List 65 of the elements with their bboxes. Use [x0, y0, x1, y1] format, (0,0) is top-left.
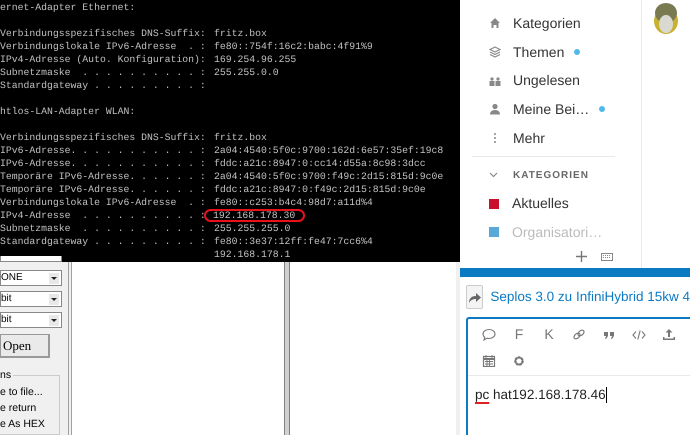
config-value: fddc:a21c:8947:0:f49c:2d15:815d:9c0e [214, 183, 426, 196]
category-item[interactable]: Aktuelles [472, 189, 615, 218]
config-value: 255.255.255.0 [214, 222, 290, 235]
config-label: Verbindungsspezifisches DNS-Suffix: [0, 27, 207, 40]
chevron-down-icon [489, 172, 498, 178]
home-icon [489, 17, 501, 30]
speech-bubble-icon [482, 328, 496, 340]
config-value: fritz.box [214, 131, 267, 144]
config-label: IPv4-Adresse (Auto. Konfiguration): [0, 53, 207, 66]
sidebar-item[interactable]: Themen [472, 38, 615, 66]
config-label: Verbindungslokale IPv6-Adresse . : [0, 196, 207, 209]
config-value: 2a04:4540:5f0c:9700:f49c:2d15:815d:9c0e [214, 170, 444, 183]
adapter-heading: htlos-LAN-Adapter WLAN: [0, 106, 136, 117]
config-value: fe80::3e37:12ff:fe47:7cc6%4 [214, 235, 373, 248]
plus-icon[interactable] [576, 251, 587, 262]
option-label: e As HEX [0, 417, 46, 432]
sidebar-item[interactable]: Meine Bei… [472, 95, 615, 124]
sidebar-item[interactable]: Ungelesen [472, 66, 615, 96]
toolbar-button[interactable]: F [504, 323, 534, 345]
topic-link[interactable]: Seplos 3.0 zu InfiniHybrid 15kw 4 [490, 286, 690, 308]
config-label: Temporäre IPv6-Adresse. . . . . . : [0, 183, 207, 196]
config-value: 192.168.178.1 [214, 248, 290, 261]
avatar-icon[interactable] [651, 1, 681, 35]
share-arrow-icon [468, 292, 482, 302]
reply-button[interactable] [466, 285, 484, 309]
config-label: IPv4-Adresse . . . . . . . . . . : [0, 209, 207, 222]
sidebar-item[interactable]: Kategorien [472, 9, 615, 38]
editor-field[interactable]: pc hat192.168.178.46 [468, 376, 690, 435]
config-value: 255.255.0.0 [214, 66, 279, 79]
config-value: 192.168.178.30 [204, 209, 306, 222]
config-value: fddc:a21c:8947:0:cc14:d55a:8c98:3dcc [214, 157, 426, 170]
categories-toggle[interactable]: KATEGORIEN [472, 161, 615, 190]
config-label: IPv6-Adresse. . . . . . . . . . . : [0, 157, 207, 170]
layers-icon [489, 46, 501, 58]
config-label: Temporäre IPv6-Adresse. . . . . . : [0, 170, 207, 183]
config-label: IPv6-Adresse. . . . . . . . . . . : [0, 144, 207, 157]
open-button[interactable]: Open [0, 334, 50, 358]
upload-icon [662, 328, 676, 340]
config-label: Standardgateway . . . . . . . . . : [0, 79, 207, 92]
config-value: fe80::c253:b4c4:98d7:a11d%4 [214, 196, 373, 209]
text-cursor [606, 387, 607, 404]
code-icon [632, 328, 646, 340]
link-icon [572, 328, 586, 340]
config-label: Verbindungsspezifisches DNS-Suffix: [0, 131, 207, 144]
adapter-heading: ernet-Adapter Ethernet: [0, 2, 136, 13]
config-label: Standardgateway . . . . . . . . . : [0, 235, 207, 248]
dropdown[interactable]: bit [0, 312, 62, 328]
sidebar-item[interactable]: Mehr [472, 124, 615, 152]
config-label: Verbindungslokale IPv6-Adresse . : [0, 40, 207, 53]
config-label: Subnetzmaske . . . . . . . . . . : [0, 66, 207, 79]
config-value: fe80::754f:16c2:babc:4f91%9 [214, 40, 373, 53]
config-label: Subnetzmaske . . . . . . . . . . : [0, 222, 207, 235]
keyboard-icon[interactable] [601, 252, 613, 260]
toolbar-button[interactable]: K [534, 323, 564, 345]
dropdown[interactable]: ONE [0, 270, 62, 286]
config-value: 169.254.96.255 [214, 53, 296, 66]
option-label: e return [0, 401, 38, 416]
option-label: e to file... [0, 385, 44, 400]
dropdown[interactable]: bit [0, 291, 62, 307]
config-value: 2a04:4540:5f0c:9700:162d:6e57:35ef:19c8 [214, 144, 444, 157]
people-icon [489, 74, 501, 87]
gear-icon [512, 354, 526, 366]
calendar-icon [482, 354, 496, 366]
user-icon [489, 103, 501, 116]
config-value: fritz.box [214, 27, 267, 40]
